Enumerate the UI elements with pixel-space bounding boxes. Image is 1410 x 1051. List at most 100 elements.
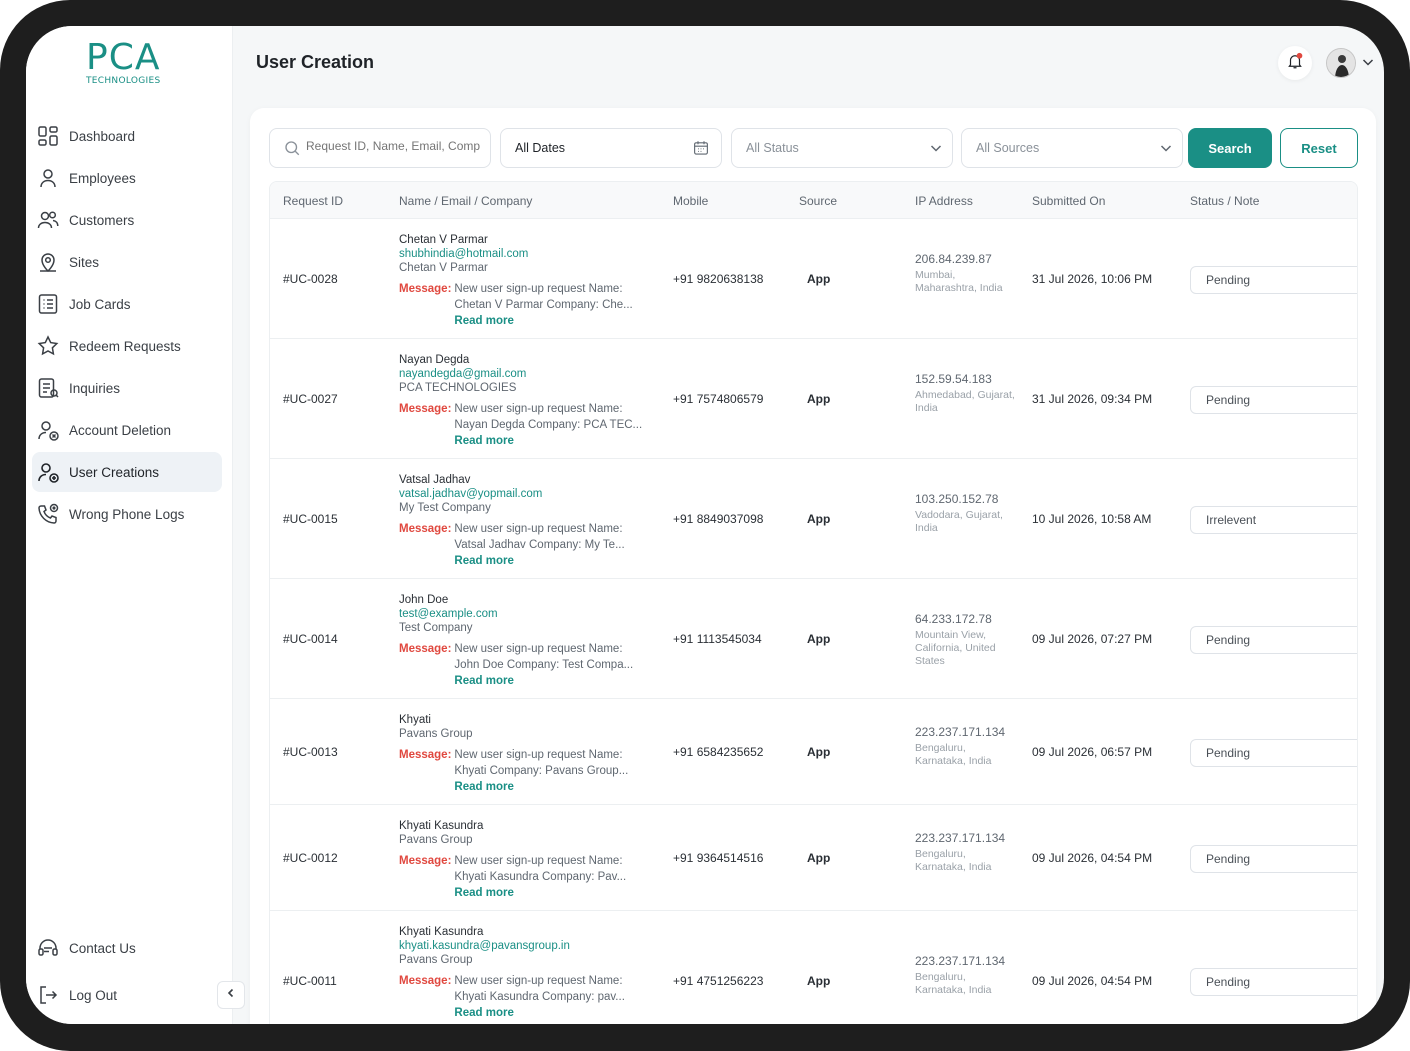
user-info: Khyati Kasundra khyati.kasundra@pavansgro… bbox=[399, 925, 649, 1021]
read-more-link[interactable]: Read more bbox=[454, 779, 644, 795]
user-email[interactable]: shubhindia@hotmail.com bbox=[399, 247, 649, 261]
ip-address: 64.233.172.78 bbox=[915, 612, 992, 626]
user-name: Vatsal Jadhav bbox=[399, 474, 471, 486]
source: App bbox=[807, 512, 831, 526]
ip-address: 223.237.171.134 bbox=[915, 954, 1006, 968]
user-company: My Test Company bbox=[399, 502, 491, 514]
collapse-sidebar-button[interactable] bbox=[217, 981, 245, 1009]
table-row: #UC-0013 Khyati Pavans Group Message: New us… bbox=[270, 699, 1357, 805]
column-header-request-id: Request ID bbox=[283, 194, 344, 208]
ip-address: 223.237.171.134 bbox=[915, 725, 1006, 739]
submitted-on: 31 Jul 2026, 09:34 PM bbox=[1032, 392, 1153, 406]
user-icon bbox=[34, 164, 62, 192]
status-dropdown[interactable]: Irrelevent bbox=[1190, 506, 1357, 534]
user-email[interactable]: nayandegda@gmail.com bbox=[399, 367, 649, 381]
table-row: #UC-0011 Khyati Kasundra khyati.kasundra@p… bbox=[270, 911, 1357, 1024]
support-icon bbox=[34, 934, 62, 962]
status-dropdown[interactable]: Pending bbox=[1190, 845, 1357, 873]
sidebar-item-label: User Creations bbox=[69, 464, 160, 480]
bell-icon bbox=[1286, 52, 1304, 75]
search-field[interactable] bbox=[269, 128, 491, 168]
source-filter[interactable]: All Sources bbox=[961, 128, 1183, 168]
date-filter[interactable]: All Dates bbox=[500, 128, 722, 168]
message-text: New user sign-up request Name: Khyati Kas… bbox=[454, 853, 644, 901]
read-more-link[interactable]: Read more bbox=[454, 1005, 644, 1021]
sidebar-item-label: Dashboard bbox=[69, 128, 136, 144]
message-text: New user sign-up request Name: Chetan V P… bbox=[454, 281, 644, 329]
user-email[interactable]: khyati.kasundra@pavansgroup.in bbox=[399, 939, 649, 953]
column-header-mobile: Mobile bbox=[673, 194, 709, 208]
mobile-number: +91 9820638138 bbox=[673, 272, 764, 286]
read-more-link[interactable]: Read more bbox=[454, 673, 644, 689]
submitted-on: 09 Jul 2026, 07:27 PM bbox=[1032, 632, 1153, 646]
message-label: Message: bbox=[399, 855, 452, 867]
sidebar-item-label: Redeem Requests bbox=[69, 338, 181, 354]
status-dropdown[interactable]: Pending bbox=[1190, 739, 1357, 767]
user-company: PCA TECHNOLOGIES bbox=[399, 382, 517, 394]
message: Message: New user sign-up request Name: Kh… bbox=[399, 973, 649, 1021]
search-button[interactable]: Search bbox=[1188, 128, 1272, 168]
column-header-source: Source bbox=[799, 194, 838, 208]
chevron-left-icon bbox=[225, 986, 237, 1004]
user-email[interactable]: vatsal.jadhav@yopmail.com bbox=[399, 487, 649, 501]
chevron-down-icon bbox=[1158, 140, 1176, 158]
table-header: Request ID Name / Email / Company Mobile… bbox=[270, 182, 1357, 219]
status-dropdown[interactable]: Pending bbox=[1190, 386, 1357, 414]
table-row: #UC-0014 John Doe test@example.com Test Com… bbox=[270, 579, 1357, 699]
read-more-link[interactable]: Read more bbox=[454, 885, 644, 901]
sidebar-item-dashboard[interactable]: Dashboard bbox=[32, 116, 222, 156]
chevron-down-icon bbox=[928, 140, 946, 158]
message-text: New user sign-up request Name: Nayan Degd… bbox=[454, 401, 644, 449]
request-id: #UC-0013 bbox=[283, 745, 338, 759]
ip-location: Bengaluru, Karnataka, India bbox=[915, 848, 992, 873]
sidebar-item-account-deletion[interactable]: Account Deletion bbox=[32, 410, 222, 450]
message-label: Message: bbox=[399, 749, 452, 761]
read-more-link[interactable]: Read more bbox=[454, 313, 644, 329]
user-email[interactable]: test@example.com bbox=[399, 607, 649, 621]
ip-info: 152.59.54.183 Ahmedabad, Gujarat, India bbox=[915, 373, 1015, 415]
sidebar-item-label: Sites bbox=[69, 254, 100, 270]
ip-location: Mumbai, Maharashtra, India bbox=[915, 269, 1003, 294]
request-id: #UC-0011 bbox=[283, 974, 337, 988]
star-icon bbox=[34, 332, 62, 360]
status-filter[interactable]: All Status bbox=[731, 128, 953, 168]
logout-link[interactable]: Log Out bbox=[32, 977, 222, 1013]
sidebar-item-user-creations[interactable]: User Creations bbox=[32, 452, 222, 492]
message-label: Message: bbox=[399, 283, 452, 295]
status-dropdown[interactable]: Pending bbox=[1190, 266, 1357, 294]
reset-button[interactable]: Reset bbox=[1280, 128, 1358, 168]
submitted-on: 10 Jul 2026, 10:58 AM bbox=[1032, 512, 1152, 526]
read-more-link[interactable]: Read more bbox=[454, 433, 644, 449]
source: App bbox=[807, 851, 831, 865]
read-more-link[interactable]: Read more bbox=[454, 553, 644, 569]
logout-label: Log Out bbox=[69, 987, 118, 1003]
status-dropdown[interactable]: Pending bbox=[1190, 968, 1357, 996]
pca-logo: PCA TECHNOLOGIES bbox=[86, 40, 166, 87]
ip-address: 223.237.171.134 bbox=[915, 831, 1006, 845]
sidebar-item-customers[interactable]: Customers bbox=[32, 200, 222, 240]
request-id: #UC-0028 bbox=[283, 272, 338, 286]
message-label: Message: bbox=[399, 975, 452, 987]
source: App bbox=[807, 272, 831, 286]
sidebar-item-wrong-phone-logs[interactable]: Wrong Phone Logs bbox=[32, 494, 222, 534]
sidebar-item-inquiries[interactable]: Inquiries bbox=[32, 368, 222, 408]
ip-address: 103.250.152.78 bbox=[915, 492, 999, 506]
ip-location: Bengaluru, Karnataka, India bbox=[915, 971, 992, 996]
sidebar-item-sites[interactable]: Sites bbox=[32, 242, 222, 282]
source: App bbox=[807, 974, 831, 988]
notifications-button[interactable] bbox=[1278, 46, 1312, 80]
phone-icon bbox=[34, 500, 62, 528]
sidebar-item-redeem-requests[interactable]: Redeem Requests bbox=[32, 326, 222, 366]
avatar[interactable] bbox=[1326, 48, 1356, 78]
contact-us-link[interactable]: Contact Us bbox=[32, 930, 222, 966]
sidebar-item-job-cards[interactable]: Job Cards bbox=[32, 284, 222, 324]
chevron-down-icon[interactable] bbox=[1360, 54, 1376, 70]
sidebar-item-employees[interactable]: Employees bbox=[32, 158, 222, 198]
message-text: New user sign-up request Name: Khyati Kas… bbox=[454, 973, 644, 1021]
user-info: Chetan V Parmar shubhindia@hotmail.com Che… bbox=[399, 233, 649, 329]
search-input[interactable] bbox=[306, 139, 482, 153]
status-dropdown[interactable]: Pending bbox=[1190, 626, 1357, 654]
message-line: New user sign-up request Name: bbox=[454, 643, 623, 655]
user-company: Chetan V Parmar bbox=[399, 262, 488, 274]
document-icon bbox=[34, 374, 62, 402]
